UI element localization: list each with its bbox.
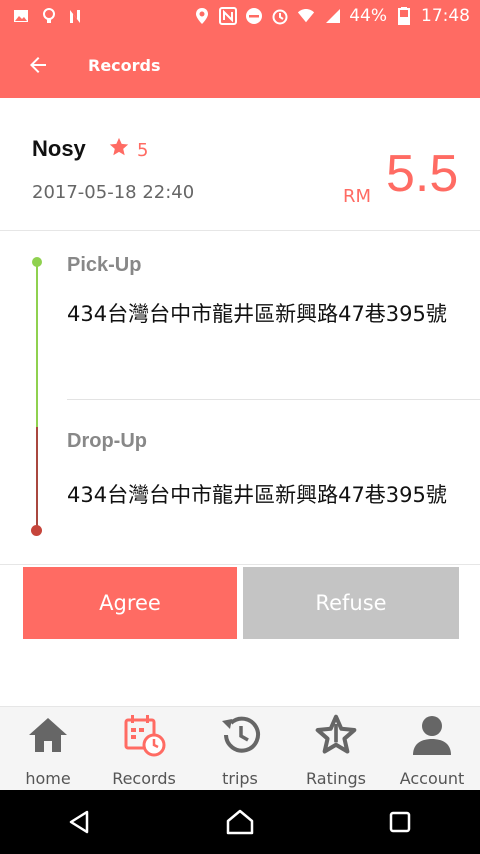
nav-label-account: Account [399, 769, 465, 788]
route-line-dropoff [36, 427, 38, 529]
location-icon [193, 7, 211, 25]
nav-item-records[interactable]: Records [96, 707, 192, 791]
arrow-left-icon [30, 57, 46, 73]
alarm-icon [271, 7, 289, 25]
system-home-button[interactable] [210, 792, 270, 852]
do-not-disturb-icon [245, 7, 263, 25]
driver-name: Nosy [32, 136, 86, 161]
rating-value: 5 [137, 140, 149, 161]
nav-label-records: Records [112, 769, 176, 788]
actions-divider [0, 564, 480, 565]
star-icon [109, 137, 129, 156]
agree-button[interactable]: Agree [23, 567, 237, 639]
nav-item-trips[interactable]: trips [192, 707, 288, 791]
status-bar: 44% 17:48 [0, 0, 480, 32]
dropoff-dot [31, 525, 42, 536]
star-outline-icon [314, 713, 358, 757]
record-datetime: 2017-05-18 22:40 [32, 182, 195, 203]
pickup-address: 434台灣台中市龍井區新興路47巷395號 [67, 302, 447, 326]
nav-label-trips: trips [222, 769, 258, 788]
signal-icon [323, 7, 341, 25]
route-details: Pick-Up 434台灣台中市龍井區新興路47巷395號 Drop-Up 43… [0, 230, 480, 564]
home-icon [26, 713, 70, 757]
system-recents-button[interactable] [370, 792, 430, 852]
refuse-button[interactable]: Refuse [243, 567, 459, 639]
bottom-nav: home Records trips Ratings Account [0, 706, 480, 791]
battery-icon [395, 7, 413, 25]
route-line-pickup [36, 261, 38, 427]
dropoff-address: 434台灣台中市龍井區新興路47巷395號 [67, 483, 447, 507]
triangle-back-icon [69, 810, 89, 834]
system-nav-bar [0, 790, 480, 854]
nfc-icon [219, 7, 238, 25]
home-outline-icon [226, 809, 254, 835]
nav-item-ratings[interactable]: Ratings [288, 707, 384, 791]
nav-label-ratings: Ratings [306, 769, 366, 788]
clock-time: 17:48 [421, 6, 470, 26]
currency-label: RM [343, 186, 372, 207]
dropoff-label: Drop-Up [67, 430, 147, 452]
record-header: Nosy 5 2017-05-18 22:40 RM 5.5 [0, 98, 480, 231]
route-divider [67, 399, 480, 400]
n-icon [68, 7, 86, 25]
image-icon [12, 7, 30, 25]
calendar-clock-icon [122, 713, 166, 757]
wifi-icon [297, 7, 315, 25]
nav-label-home: home [25, 769, 71, 788]
fare-amount: 5.5 [386, 145, 459, 203]
pickup-label: Pick-Up [67, 254, 142, 276]
nav-item-account[interactable]: Account [384, 707, 480, 791]
person-icon [410, 713, 454, 757]
system-back-button[interactable] [50, 792, 110, 852]
back-button[interactable] [18, 45, 58, 85]
bulb-icon [40, 7, 58, 25]
nav-item-home[interactable]: home [0, 707, 96, 791]
page-title: Records [88, 55, 161, 75]
app-bar: Records [0, 32, 480, 98]
pickup-dot [32, 257, 42, 267]
square-recents-icon [389, 811, 411, 833]
battery-percent: 44% [349, 6, 387, 26]
history-icon [218, 713, 262, 757]
